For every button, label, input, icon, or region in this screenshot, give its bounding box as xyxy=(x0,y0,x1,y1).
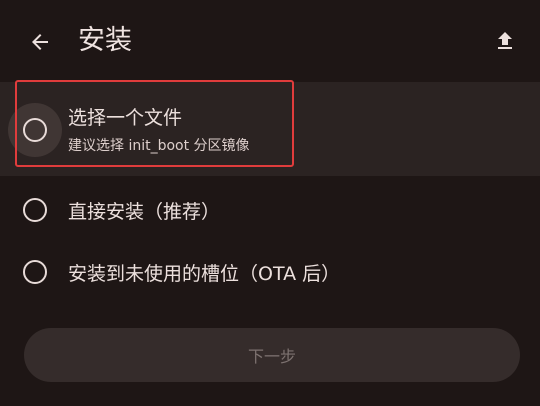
option-install-inactive-slot[interactable]: 安装到未使用的槽位（OTA 后） xyxy=(0,242,540,302)
top-app-bar: 安装 xyxy=(0,0,540,82)
radio-button-direct-install[interactable] xyxy=(23,198,47,222)
back-button[interactable] xyxy=(24,26,56,58)
arrow-left-icon xyxy=(32,34,48,50)
page-title: 安装 xyxy=(78,25,132,56)
upload-button[interactable] xyxy=(490,26,520,56)
focus-highlight-box xyxy=(15,80,294,167)
radio-button-install-inactive-slot[interactable] xyxy=(23,260,47,284)
option-direct-install[interactable]: 直接安装（推荐） xyxy=(0,180,540,240)
next-button-label: 下一步 xyxy=(247,347,296,366)
option-install-inactive-slot-label: 安装到未使用的槽位（OTA 后） xyxy=(68,263,341,285)
next-button[interactable]: 下一步 xyxy=(24,328,520,382)
upload-icon xyxy=(498,32,512,49)
option-direct-install-label: 直接安装（推荐） xyxy=(68,201,221,223)
